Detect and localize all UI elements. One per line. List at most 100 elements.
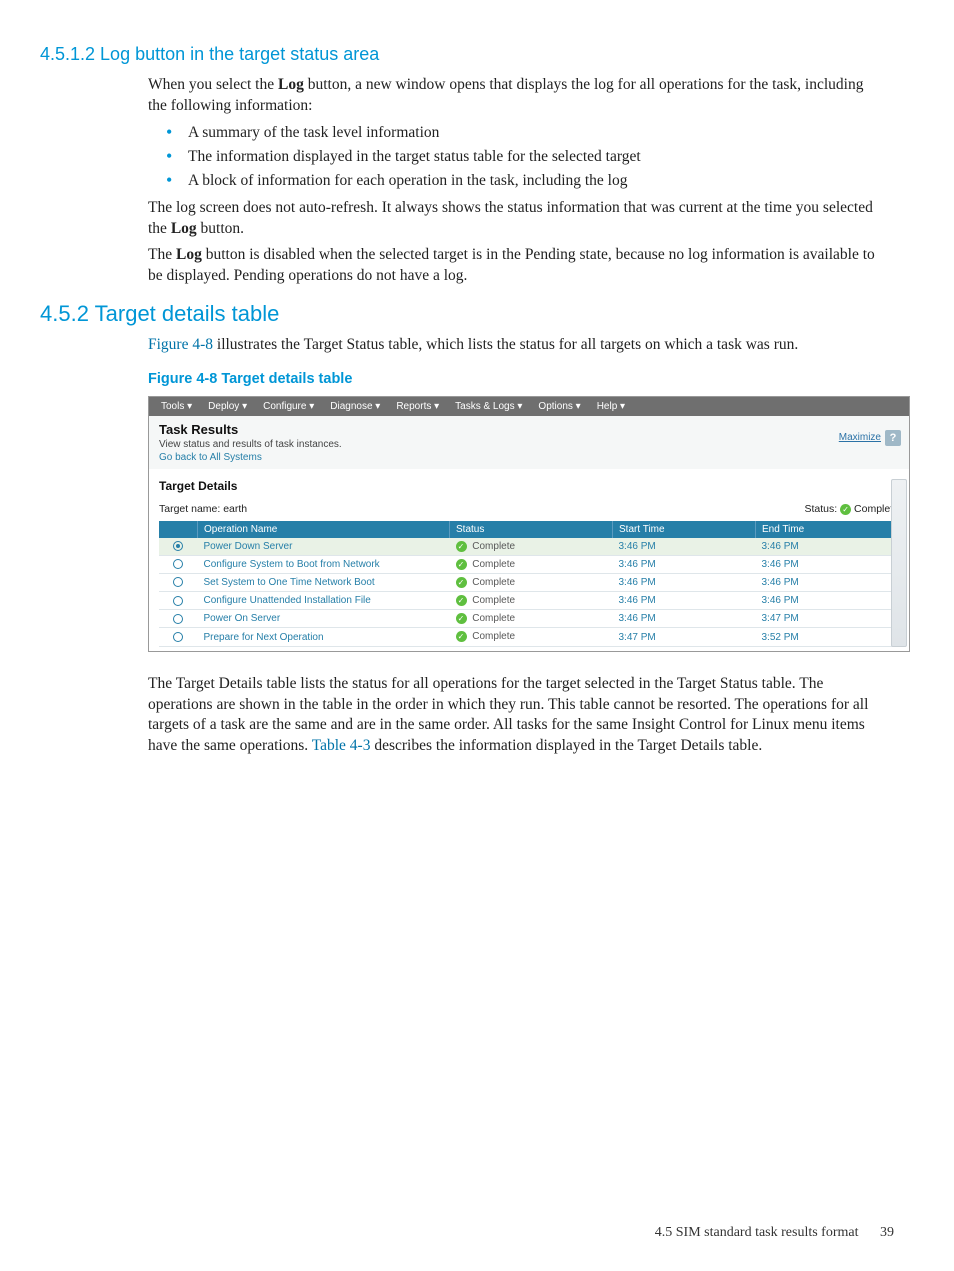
radio-unselected-icon[interactable] xyxy=(173,614,183,624)
col-select xyxy=(159,521,198,538)
p3a: The xyxy=(148,246,176,263)
log-word-3: Log xyxy=(176,246,202,263)
check-icon: ✓ xyxy=(456,595,467,606)
menu-deploy[interactable]: Deploy ▾ xyxy=(200,399,255,414)
status-cell: ✓ Complete xyxy=(450,574,613,592)
status-cell: ✓ Complete xyxy=(450,592,613,610)
menu-options[interactable]: Options ▾ xyxy=(530,399,588,414)
row-select-icon[interactable] xyxy=(159,574,198,592)
col-start[interactable]: Start Time xyxy=(613,521,756,538)
check-icon: ✓ xyxy=(456,631,467,642)
bullet-list-4512: A summary of the task level information … xyxy=(148,123,886,192)
help-icon[interactable]: ? xyxy=(885,430,901,446)
log-word-1: Log xyxy=(278,76,304,93)
end-time-cell: 3:47 PM xyxy=(756,610,899,628)
start-time-cell: 3:47 PM xyxy=(613,628,756,646)
status-cell: ✓ Complete xyxy=(450,628,613,646)
para-4512-1: When you select the Log button, a new wi… xyxy=(148,75,886,117)
fig-4-8-link[interactable]: Figure 4-8 xyxy=(148,336,213,353)
table-row[interactable]: Prepare for Next Operation✓ Complete3:47… xyxy=(159,628,899,646)
start-time-cell: 3:46 PM xyxy=(613,610,756,628)
p1a: When you select the xyxy=(148,76,278,93)
footer-text: 4.5 SIM standard task results format xyxy=(655,1225,859,1240)
operation-name-cell: Power Down Server xyxy=(198,538,450,556)
radio-unselected-icon[interactable] xyxy=(173,559,183,569)
log-word-2: Log xyxy=(171,220,197,237)
para-after-figure: The Target Details table lists the statu… xyxy=(148,674,886,758)
check-icon: ✓ xyxy=(840,504,851,515)
col-end[interactable]: End Time xyxy=(756,521,899,538)
heading-4-5-2: 4.5.2 Target details table xyxy=(40,301,894,327)
operation-name-cell: Prepare for Next Operation xyxy=(198,628,450,646)
status-cell: ✓ Complete xyxy=(450,538,613,556)
row-select-icon[interactable] xyxy=(159,592,198,610)
menu-help[interactable]: Help ▾ xyxy=(589,399,633,414)
p3b: button is disabled when the selected tar… xyxy=(148,246,875,284)
bullet-2: The information displayed in the target … xyxy=(162,147,886,168)
task-results-subtitle: View status and results of task instance… xyxy=(159,439,899,450)
end-time-cell: 3:46 PM xyxy=(756,592,899,610)
after-b: describes the information displayed in t… xyxy=(370,737,762,754)
page-footer: 4.5 SIM standard task results format 39 xyxy=(655,1225,894,1241)
go-back-link[interactable]: Go back to All Systems xyxy=(159,452,899,463)
table-row[interactable]: Power Down Server✓ Complete3:46 PM3:46 P… xyxy=(159,538,899,556)
start-time-cell: 3:46 PM xyxy=(613,592,756,610)
operation-name-cell: Configure System to Boot from Network xyxy=(198,555,450,573)
para-4512-2: The log screen does not auto-refresh. It… xyxy=(148,198,886,240)
table-4-3-link[interactable]: Table 4-3 xyxy=(312,737,371,754)
menu-reports[interactable]: Reports ▾ xyxy=(388,399,447,414)
target-details-panel: Target Details Target name: earth Status… xyxy=(149,469,909,651)
p452rest: illustrates the Target Status table, whi… xyxy=(213,336,798,353)
col-operation[interactable]: Operation Name xyxy=(198,521,450,538)
menu-configure[interactable]: Configure ▾ xyxy=(255,399,322,414)
figure-4-8-screenshot: Tools ▾ Deploy ▾ Configure ▾ Diagnose ▾ … xyxy=(148,396,910,652)
col-status[interactable]: Status xyxy=(450,521,613,538)
scrollbar[interactable] xyxy=(891,479,907,647)
menu-tasks[interactable]: Tasks & Logs ▾ xyxy=(447,399,530,414)
operation-name-cell: Configure Unattended Installation File xyxy=(198,592,450,610)
check-icon: ✓ xyxy=(456,577,467,588)
p2b: button. xyxy=(197,220,244,237)
task-header: Task Results View status and results of … xyxy=(149,416,909,469)
bullet-3: A block of information for each operatio… xyxy=(162,171,886,192)
end-time-cell: 3:46 PM xyxy=(756,574,899,592)
target-details-table: Operation Name Status Start Time End Tim… xyxy=(159,521,899,647)
target-name: Target name: earth xyxy=(159,503,247,515)
body-4512: When you select the Log button, a new wi… xyxy=(148,75,886,287)
menu-diagnose[interactable]: Diagnose ▾ xyxy=(322,399,388,414)
radio-unselected-icon[interactable] xyxy=(173,596,183,606)
bullet-1: A summary of the task level information xyxy=(162,123,886,144)
status-cell: ✓ Complete xyxy=(450,555,613,573)
table-row[interactable]: Power On Server✓ Complete3:46 PM3:47 PM xyxy=(159,610,899,628)
target-details-title: Target Details xyxy=(159,479,899,493)
row-select-icon[interactable] xyxy=(159,555,198,573)
row-select-icon[interactable] xyxy=(159,538,198,556)
overall-status: Status: ✓Complete xyxy=(804,503,899,515)
radio-unselected-icon[interactable] xyxy=(173,577,183,587)
heading-4-5-1-2: 4.5.1.2 Log button in the target status … xyxy=(40,44,894,65)
p2a: The log screen does not auto-refresh. It… xyxy=(148,199,873,237)
radio-selected-icon[interactable] xyxy=(173,541,183,551)
menu-bar: Tools ▾ Deploy ▾ Configure ▾ Diagnose ▾ … xyxy=(149,397,909,416)
figure-caption: Figure 4-8 Target details table xyxy=(148,370,886,390)
radio-unselected-icon[interactable] xyxy=(173,632,183,642)
row-select-icon[interactable] xyxy=(159,628,198,646)
start-time-cell: 3:46 PM xyxy=(613,574,756,592)
para-452-1: Figure 4-8 illustrates the Target Status… xyxy=(148,335,886,356)
status-label: Status: xyxy=(804,503,840,515)
operation-name-cell: Power On Server xyxy=(198,610,450,628)
tname-value: earth xyxy=(223,503,247,515)
end-time-cell: 3:46 PM xyxy=(756,538,899,556)
table-row[interactable]: Configure System to Boot from Network✓ C… xyxy=(159,555,899,573)
task-results-title: Task Results xyxy=(159,422,899,437)
table-row[interactable]: Configure Unattended Installation File✓ … xyxy=(159,592,899,610)
start-time-cell: 3:46 PM xyxy=(613,555,756,573)
tname-label: Target name: xyxy=(159,503,223,515)
check-icon: ✓ xyxy=(456,541,467,552)
maximize-link[interactable]: Maximize xyxy=(839,432,881,443)
check-icon: ✓ xyxy=(456,559,467,570)
table-row[interactable]: Set System to One Time Network Boot✓ Com… xyxy=(159,574,899,592)
row-select-icon[interactable] xyxy=(159,610,198,628)
status-cell: ✓ Complete xyxy=(450,610,613,628)
menu-tools[interactable]: Tools ▾ xyxy=(153,399,200,414)
